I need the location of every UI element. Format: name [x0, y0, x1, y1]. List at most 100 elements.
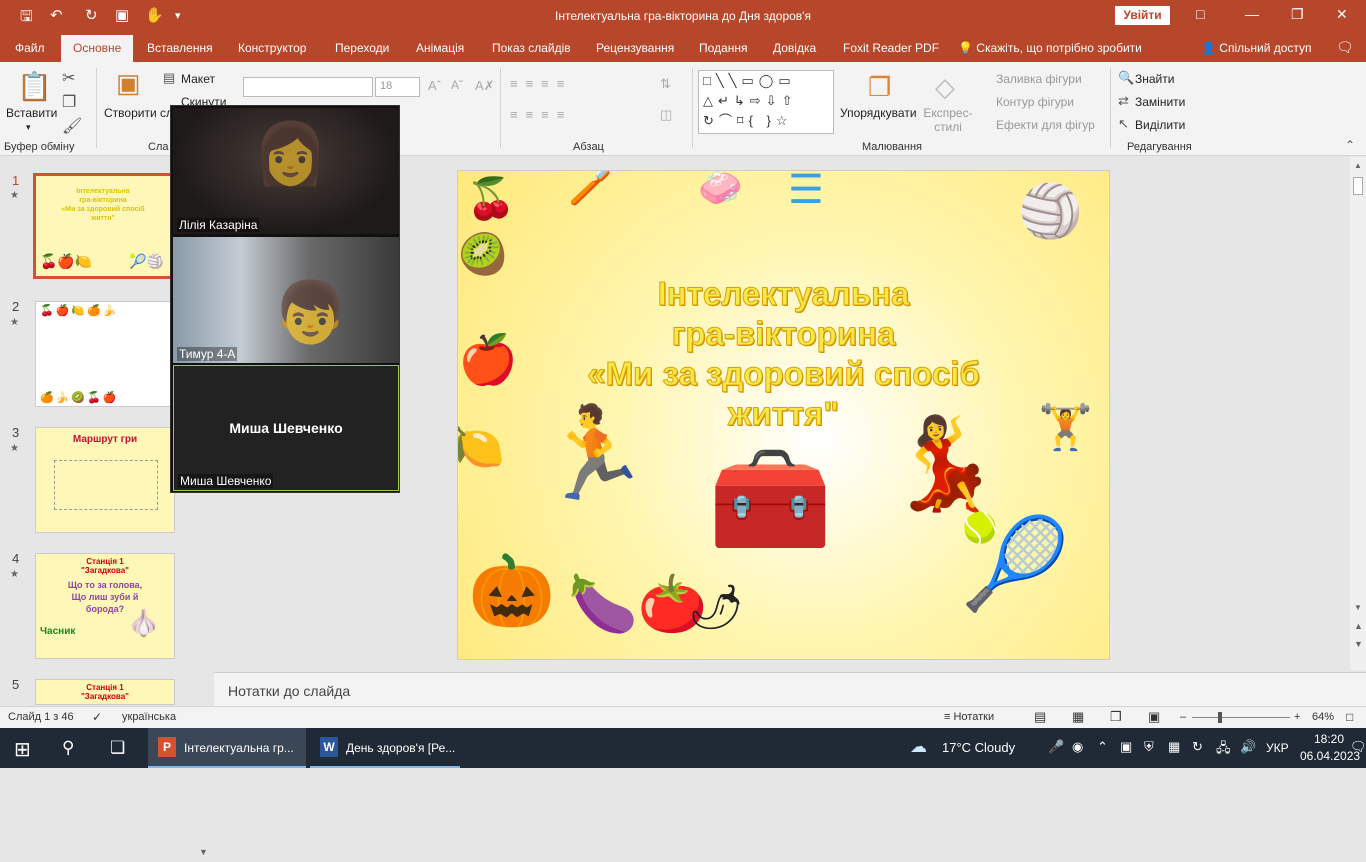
text-direction-icon[interactable]: ⇅ — [660, 76, 671, 92]
spellcheck-icon[interactable]: ✓ — [92, 710, 102, 724]
paste-button[interactable]: Вставити — [6, 106, 57, 120]
select-button[interactable]: Виділити — [1135, 118, 1185, 132]
tab-view[interactable]: Подання — [699, 41, 747, 55]
replace-button[interactable]: Замінити — [1135, 95, 1185, 109]
taskbar-app-powerpoint[interactable]: P Інтелектуальна гр... — [148, 728, 306, 768]
tab-foxit[interactable]: Foxit Reader PDF — [843, 41, 939, 55]
minimize-icon[interactable]: — — [1245, 6, 1259, 22]
scroll-up-icon[interactable]: ▲ — [1354, 161, 1362, 170]
network-icon[interactable]: 🖧 — [1216, 739, 1231, 761]
zoom-slider[interactable] — [1192, 717, 1290, 718]
weather-text[interactable]: 17°C Cloudy — [942, 740, 1015, 755]
next-slide-icon[interactable]: ▼ — [1354, 639, 1363, 649]
ribbon-tabs: Файл Основне Вставлення Конструктор Пере… — [0, 32, 1366, 62]
microphone-icon[interactable]: 🎤 — [1048, 739, 1064, 755]
font-grow-icon[interactable]: Aˆ — [428, 78, 441, 93]
maximize-icon[interactable]: ❐ — [1291, 6, 1304, 23]
slide-canvas[interactable]: Інтелектуальна гра-вікторина «Ми за здор… — [457, 170, 1110, 660]
slideshow-view-icon[interactable]: ▣ — [1148, 709, 1160, 725]
share-button[interactable]: 👤 Спільний доступ — [1201, 41, 1312, 55]
collapse-ribbon-icon[interactable]: ⌃ — [1345, 138, 1355, 152]
font-name-combo[interactable] — [243, 77, 373, 97]
sync-icon[interactable]: ↻ — [1192, 739, 1203, 755]
video-tile-active[interactable]: Миша Шевченко Миша Шевченко — [173, 365, 399, 491]
taskbar-app-word[interactable]: W День здоров'я [Ре... — [310, 728, 460, 768]
security-icon[interactable]: ⛨ — [1144, 739, 1154, 755]
paste-dropdown-icon[interactable]: ▾ — [26, 122, 31, 133]
align-icons[interactable]: ≡≡≡≡ — [510, 107, 572, 122]
tellme-search[interactable]: 💡 Скажіть, що потрібно зробити — [958, 41, 1142, 55]
font-shrink-icon[interactable]: Aˇ — [451, 78, 463, 92]
tab-home[interactable]: Основне — [61, 35, 134, 62]
fit-slide-icon[interactable]: □ — [1346, 710, 1353, 724]
slide-thumbnail-5[interactable]: Станція 1 "Загадкова" — [35, 679, 175, 705]
language-status[interactable]: українська — [122, 711, 176, 723]
volume-icon[interactable]: 🔊 — [1240, 739, 1256, 755]
scroll-down-icon[interactable]: ▼ — [199, 847, 208, 857]
quick-styles-button[interactable]: Експрес-стилі — [922, 106, 974, 134]
windows-start-icon[interactable]: ⊞ — [14, 737, 31, 762]
slide-thumbnail-1[interactable]: Інтелектуальна гра-вікторина «Ми за здор… — [33, 173, 173, 279]
layout-button[interactable]: Макет — [181, 72, 215, 86]
list-icons[interactable]: ≡≡≡≡ — [510, 76, 572, 91]
group-editing-label: Редагування — [1127, 141, 1192, 153]
tab-slideshow[interactable]: Показ слайдів — [492, 41, 571, 55]
arrange-button[interactable]: Упорядкувати — [840, 106, 917, 120]
ribbon-display-icon[interactable]: □ — [1196, 6, 1204, 22]
font-size-combo[interactable]: 18 — [375, 77, 420, 97]
tab-review[interactable]: Рецензування — [596, 41, 674, 55]
slide-thumbnail-2[interactable]: 🍒🍎🍋🍊🍌 🍊🍌🥝🍒🍎 — [35, 301, 175, 407]
shape-effects-button[interactable]: Ефекти для фігур — [996, 118, 1095, 132]
zoom-out-icon[interactable]: – — [1180, 711, 1186, 723]
group-drawing-label: Малювання — [862, 141, 923, 153]
tab-design[interactable]: Конструктор — [238, 41, 306, 55]
find-button[interactable]: Знайти — [1135, 72, 1174, 86]
zoom-in-icon[interactable]: + — [1294, 711, 1300, 723]
notifications-icon[interactable]: 🗨 — [1350, 739, 1366, 755]
video-tile[interactable]: 👦 Тимур 4-А — [173, 237, 399, 363]
shapes-gallery[interactable]: □╲╲▭◯▭ △↵↳⇨⇩⇧ ↻⌒⌑{ }☆ — [698, 70, 834, 134]
sorter-view-icon[interactable]: ▦ — [1072, 709, 1084, 725]
quick-styles-icon[interactable]: ◇ — [935, 72, 955, 103]
task-view-icon[interactable]: ❏ — [110, 738, 125, 758]
zoom-level[interactable]: 64% — [1312, 711, 1334, 723]
reading-view-icon[interactable]: ❒ — [1110, 709, 1122, 725]
video-tile[interactable]: 👩 Лілія Казаріна — [173, 108, 399, 234]
notes-toggle[interactable]: ≡ Нотатки — [944, 711, 994, 723]
new-slide-icon[interactable]: ▣ — [116, 68, 141, 99]
zoom-slider-thumb[interactable] — [1218, 712, 1222, 723]
scroll-down-icon[interactable]: ▼ — [1354, 603, 1362, 612]
layout-icon[interactable]: ▤ — [163, 70, 175, 86]
format-painter-icon[interactable]: 🖌 — [62, 116, 82, 136]
normal-view-icon[interactable]: ▤ — [1034, 709, 1046, 725]
tab-help[interactable]: Довідка — [773, 41, 816, 55]
comments-icon[interactable]: 🗨 — [1336, 39, 1354, 56]
shape-fill-button[interactable]: Заливка фігури — [996, 72, 1082, 86]
smartart-icon[interactable]: ◫ — [660, 107, 672, 123]
tab-file[interactable]: Файл — [15, 41, 45, 55]
clock-time[interactable]: 18:20 — [1314, 732, 1344, 746]
zoom-app-icon[interactable]: ◉ — [1072, 739, 1083, 755]
scroll-thumb[interactable] — [1353, 177, 1363, 195]
arrange-icon[interactable]: ❐ — [868, 72, 891, 103]
slide-thumbnail-3[interactable]: Маршрут гри — [35, 427, 175, 533]
tab-animations[interactable]: Анімація — [416, 41, 464, 55]
input-language[interactable]: УКР — [1266, 741, 1289, 755]
notes-pane[interactable]: Нотатки до слайда — [214, 672, 1366, 706]
search-icon[interactable]: ⚲ — [62, 738, 74, 758]
prev-slide-icon[interactable]: ▲ — [1354, 621, 1363, 631]
tab-insert[interactable]: Вставлення — [147, 41, 213, 55]
signin-button[interactable]: Увійти — [1115, 6, 1170, 25]
copy-icon[interactable]: ❐ — [62, 92, 76, 112]
cut-icon[interactable]: ✂ — [62, 68, 75, 88]
clear-format-icon[interactable]: A✗ — [475, 78, 495, 94]
paste-icon[interactable]: 📋 — [17, 70, 52, 103]
tray-app-icon[interactable]: ▣ — [1120, 739, 1132, 755]
shape-outline-button[interactable]: Контур фігури — [996, 95, 1074, 109]
editor-scrollbar[interactable]: ▲ ▼ ▲ ▼ — [1350, 157, 1366, 670]
tab-transitions[interactable]: Переходи — [335, 41, 389, 55]
close-icon[interactable]: ✕ — [1336, 6, 1348, 23]
tray-chevron-icon[interactable]: ⌃ — [1097, 739, 1108, 755]
tray-app-icon[interactable]: ▦ — [1168, 739, 1180, 755]
slide-thumbnail-4[interactable]: Станція 1 "Загадкова" Що то за голова, Щ… — [35, 553, 175, 659]
